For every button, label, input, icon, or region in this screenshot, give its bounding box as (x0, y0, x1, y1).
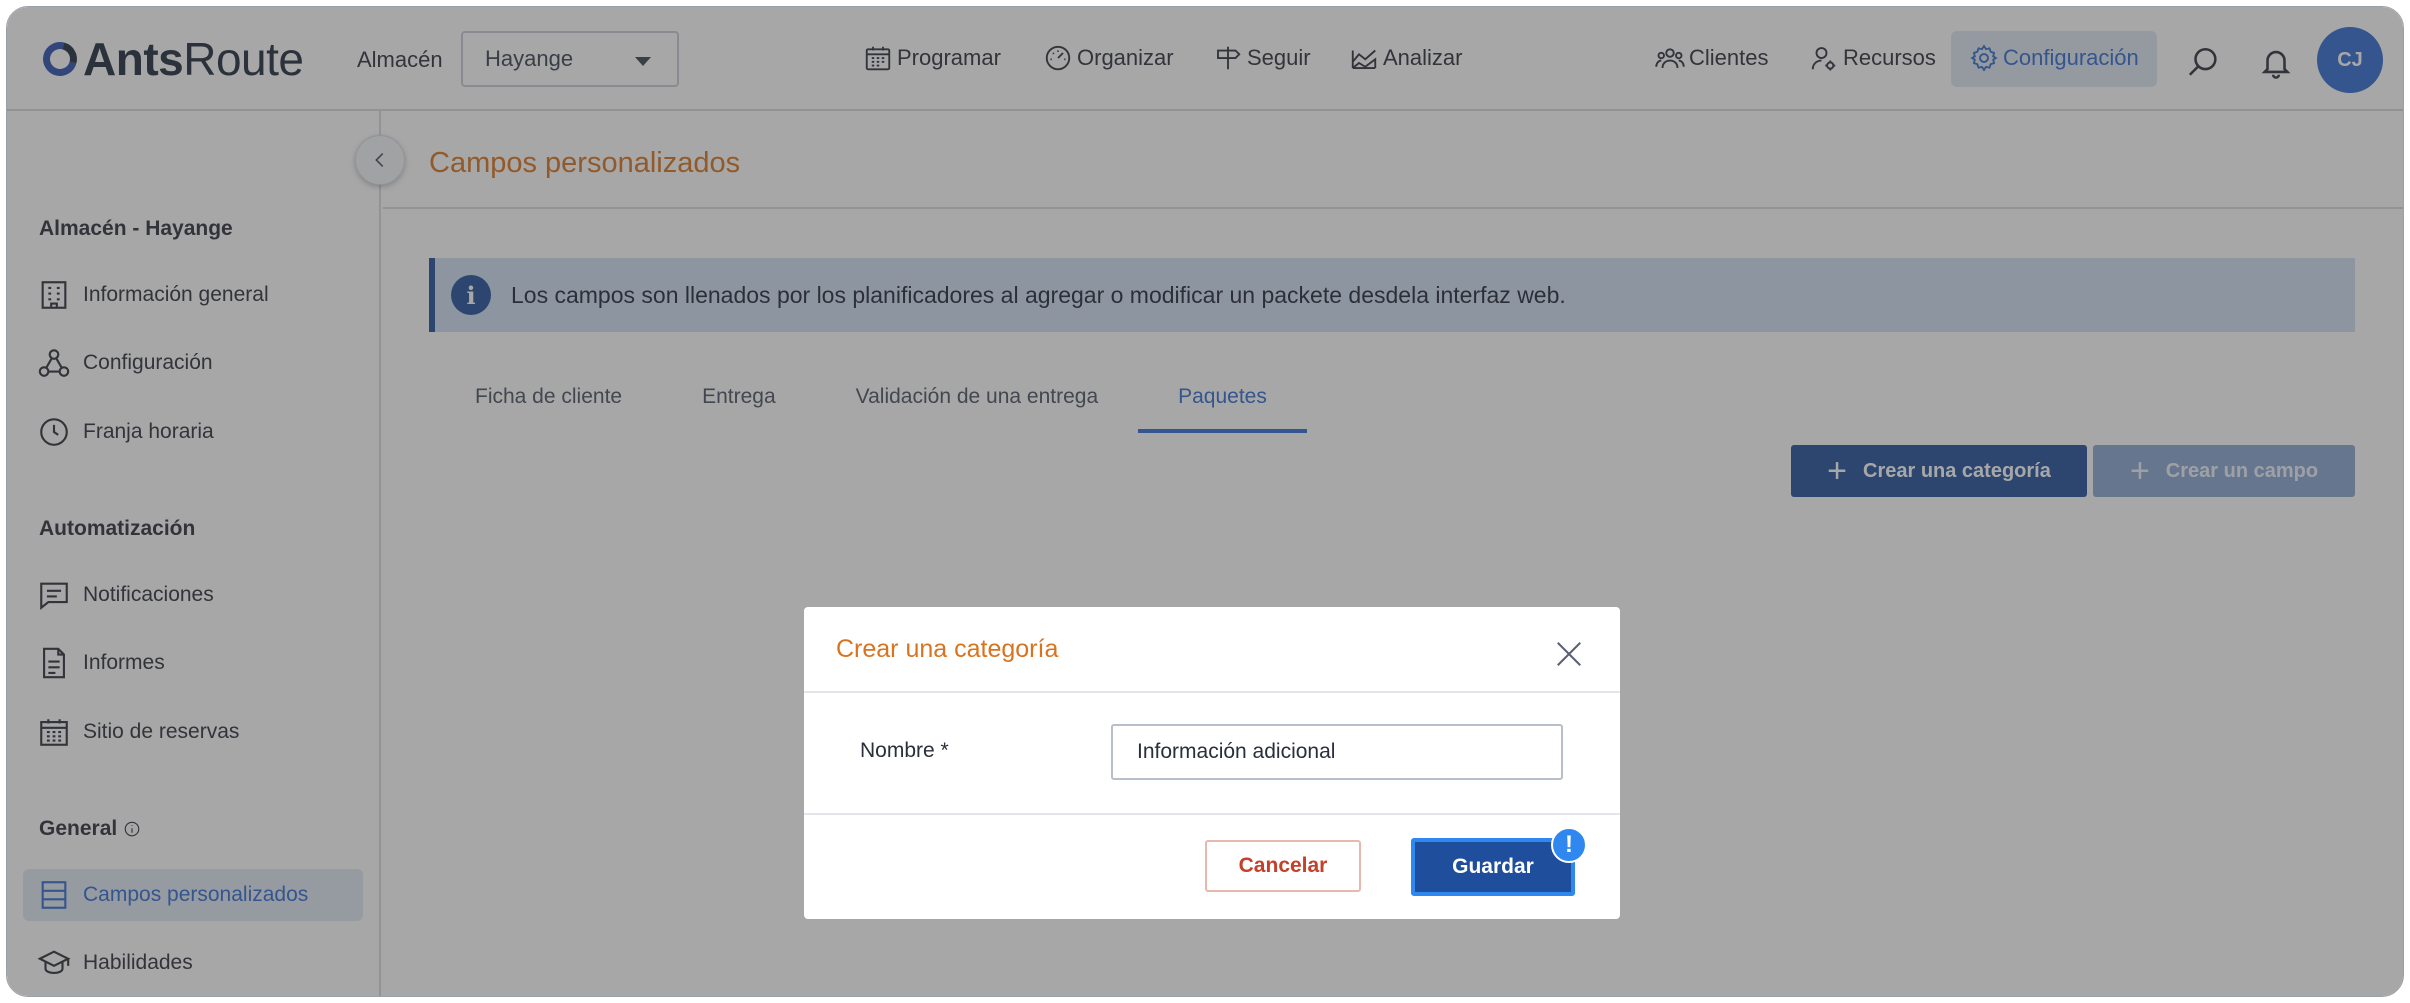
category-name-input[interactable] (1111, 724, 1563, 780)
dialog-footer-divider (804, 813, 1620, 815)
alert-badge: ! (1551, 827, 1587, 863)
dialog-title: Crear una categoría (836, 635, 1059, 663)
name-field-label: Nombre * (860, 739, 949, 762)
app-window: Ants Route Almacén Hayange Programar Orga… (6, 6, 2404, 997)
cancel-button[interactable]: Cancelar (1205, 840, 1361, 892)
dialog-header-divider (804, 691, 1620, 693)
close-icon[interactable] (1554, 639, 1584, 669)
create-category-dialog: Crear una categoría Nombre * Cancelar Gu… (804, 607, 1620, 919)
